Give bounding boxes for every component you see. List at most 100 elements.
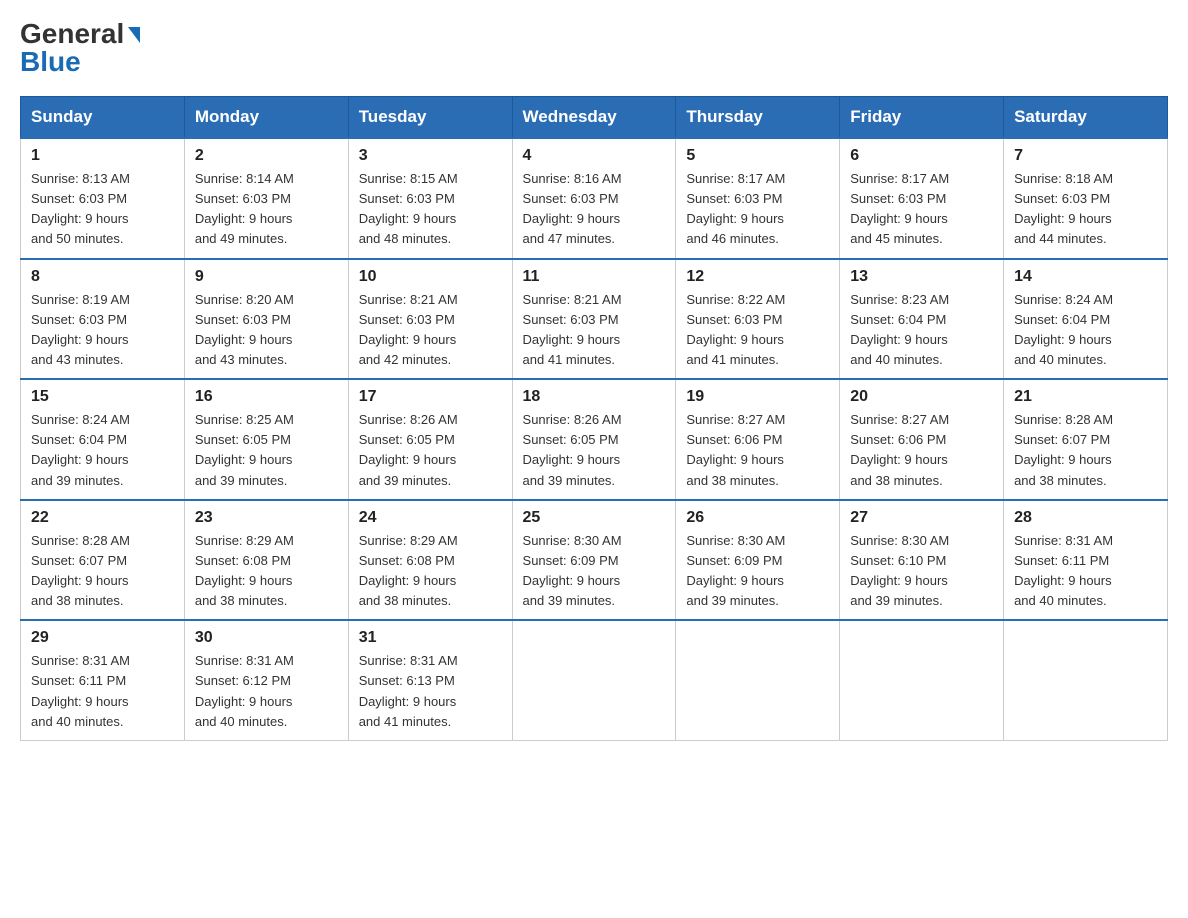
weekday-header-saturday: Saturday	[1004, 97, 1168, 139]
calendar-day-cell: 14 Sunrise: 8:24 AMSunset: 6:04 PMDaylig…	[1004, 259, 1168, 380]
calendar-day-cell: 7 Sunrise: 8:18 AMSunset: 6:03 PMDayligh…	[1004, 138, 1168, 259]
calendar-day-cell: 6 Sunrise: 8:17 AMSunset: 6:03 PMDayligh…	[840, 138, 1004, 259]
day-info: Sunrise: 8:21 AMSunset: 6:03 PMDaylight:…	[359, 292, 458, 367]
calendar-day-cell: 3 Sunrise: 8:15 AMSunset: 6:03 PMDayligh…	[348, 138, 512, 259]
day-info: Sunrise: 8:30 AMSunset: 6:10 PMDaylight:…	[850, 533, 949, 608]
calendar-week-row: 22 Sunrise: 8:28 AMSunset: 6:07 PMDaylig…	[21, 500, 1168, 621]
day-number: 10	[359, 268, 502, 286]
calendar-day-cell	[840, 620, 1004, 740]
day-info: Sunrise: 8:17 AMSunset: 6:03 PMDaylight:…	[686, 171, 785, 246]
calendar-day-cell: 22 Sunrise: 8:28 AMSunset: 6:07 PMDaylig…	[21, 500, 185, 621]
day-info: Sunrise: 8:31 AMSunset: 6:13 PMDaylight:…	[359, 653, 458, 728]
day-number: 8	[31, 268, 174, 286]
day-info: Sunrise: 8:30 AMSunset: 6:09 PMDaylight:…	[523, 533, 622, 608]
logo: General Blue	[20, 20, 140, 76]
day-info: Sunrise: 8:27 AMSunset: 6:06 PMDaylight:…	[686, 412, 785, 487]
day-number: 23	[195, 509, 338, 527]
day-number: 1	[31, 147, 174, 165]
calendar-day-cell: 5 Sunrise: 8:17 AMSunset: 6:03 PMDayligh…	[676, 138, 840, 259]
day-info: Sunrise: 8:26 AMSunset: 6:05 PMDaylight:…	[523, 412, 622, 487]
day-info: Sunrise: 8:28 AMSunset: 6:07 PMDaylight:…	[31, 533, 130, 608]
logo-arrow-icon	[128, 27, 140, 43]
day-info: Sunrise: 8:25 AMSunset: 6:05 PMDaylight:…	[195, 412, 294, 487]
calendar-week-row: 15 Sunrise: 8:24 AMSunset: 6:04 PMDaylig…	[21, 379, 1168, 500]
calendar-week-row: 8 Sunrise: 8:19 AMSunset: 6:03 PMDayligh…	[21, 259, 1168, 380]
day-number: 19	[686, 388, 829, 406]
weekday-header-tuesday: Tuesday	[348, 97, 512, 139]
day-info: Sunrise: 8:29 AMSunset: 6:08 PMDaylight:…	[195, 533, 294, 608]
day-number: 21	[1014, 388, 1157, 406]
day-info: Sunrise: 8:19 AMSunset: 6:03 PMDaylight:…	[31, 292, 130, 367]
page-header: General Blue	[20, 20, 1168, 76]
day-number: 31	[359, 629, 502, 647]
calendar-day-cell: 12 Sunrise: 8:22 AMSunset: 6:03 PMDaylig…	[676, 259, 840, 380]
weekday-header-sunday: Sunday	[21, 97, 185, 139]
day-info: Sunrise: 8:26 AMSunset: 6:05 PMDaylight:…	[359, 412, 458, 487]
day-info: Sunrise: 8:31 AMSunset: 6:11 PMDaylight:…	[1014, 533, 1113, 608]
logo-general-text: General	[20, 20, 124, 48]
day-number: 25	[523, 509, 666, 527]
day-info: Sunrise: 8:29 AMSunset: 6:08 PMDaylight:…	[359, 533, 458, 608]
day-number: 14	[1014, 268, 1157, 286]
day-info: Sunrise: 8:27 AMSunset: 6:06 PMDaylight:…	[850, 412, 949, 487]
weekday-header-friday: Friday	[840, 97, 1004, 139]
day-number: 28	[1014, 509, 1157, 527]
day-info: Sunrise: 8:21 AMSunset: 6:03 PMDaylight:…	[523, 292, 622, 367]
calendar-day-cell: 17 Sunrise: 8:26 AMSunset: 6:05 PMDaylig…	[348, 379, 512, 500]
day-number: 26	[686, 509, 829, 527]
day-number: 22	[31, 509, 174, 527]
calendar-day-cell: 26 Sunrise: 8:30 AMSunset: 6:09 PMDaylig…	[676, 500, 840, 621]
day-info: Sunrise: 8:14 AMSunset: 6:03 PMDaylight:…	[195, 171, 294, 246]
day-info: Sunrise: 8:13 AMSunset: 6:03 PMDaylight:…	[31, 171, 130, 246]
day-info: Sunrise: 8:28 AMSunset: 6:07 PMDaylight:…	[1014, 412, 1113, 487]
weekday-header-thursday: Thursday	[676, 97, 840, 139]
day-info: Sunrise: 8:24 AMSunset: 6:04 PMDaylight:…	[1014, 292, 1113, 367]
day-number: 5	[686, 147, 829, 165]
day-number: 9	[195, 268, 338, 286]
day-number: 12	[686, 268, 829, 286]
day-number: 11	[523, 268, 666, 286]
calendar-day-cell: 31 Sunrise: 8:31 AMSunset: 6:13 PMDaylig…	[348, 620, 512, 740]
calendar-day-cell: 2 Sunrise: 8:14 AMSunset: 6:03 PMDayligh…	[184, 138, 348, 259]
calendar-day-cell: 4 Sunrise: 8:16 AMSunset: 6:03 PMDayligh…	[512, 138, 676, 259]
calendar-day-cell: 13 Sunrise: 8:23 AMSunset: 6:04 PMDaylig…	[840, 259, 1004, 380]
calendar-day-cell: 1 Sunrise: 8:13 AMSunset: 6:03 PMDayligh…	[21, 138, 185, 259]
day-info: Sunrise: 8:30 AMSunset: 6:09 PMDaylight:…	[686, 533, 785, 608]
calendar-day-cell: 25 Sunrise: 8:30 AMSunset: 6:09 PMDaylig…	[512, 500, 676, 621]
weekday-header-wednesday: Wednesday	[512, 97, 676, 139]
calendar-day-cell: 16 Sunrise: 8:25 AMSunset: 6:05 PMDaylig…	[184, 379, 348, 500]
calendar-week-row: 29 Sunrise: 8:31 AMSunset: 6:11 PMDaylig…	[21, 620, 1168, 740]
calendar-day-cell	[512, 620, 676, 740]
calendar-day-cell: 8 Sunrise: 8:19 AMSunset: 6:03 PMDayligh…	[21, 259, 185, 380]
day-number: 15	[31, 388, 174, 406]
day-number: 3	[359, 147, 502, 165]
weekday-header-monday: Monday	[184, 97, 348, 139]
day-number: 6	[850, 147, 993, 165]
day-info: Sunrise: 8:23 AMSunset: 6:04 PMDaylight:…	[850, 292, 949, 367]
day-number: 30	[195, 629, 338, 647]
calendar-day-cell: 19 Sunrise: 8:27 AMSunset: 6:06 PMDaylig…	[676, 379, 840, 500]
calendar-day-cell: 11 Sunrise: 8:21 AMSunset: 6:03 PMDaylig…	[512, 259, 676, 380]
day-number: 18	[523, 388, 666, 406]
calendar-day-cell: 18 Sunrise: 8:26 AMSunset: 6:05 PMDaylig…	[512, 379, 676, 500]
calendar-day-cell: 29 Sunrise: 8:31 AMSunset: 6:11 PMDaylig…	[21, 620, 185, 740]
day-info: Sunrise: 8:16 AMSunset: 6:03 PMDaylight:…	[523, 171, 622, 246]
calendar-day-cell: 15 Sunrise: 8:24 AMSunset: 6:04 PMDaylig…	[21, 379, 185, 500]
calendar-day-cell	[676, 620, 840, 740]
day-number: 2	[195, 147, 338, 165]
day-number: 20	[850, 388, 993, 406]
calendar-table: SundayMondayTuesdayWednesdayThursdayFrid…	[20, 96, 1168, 741]
day-info: Sunrise: 8:24 AMSunset: 6:04 PMDaylight:…	[31, 412, 130, 487]
calendar-day-cell: 9 Sunrise: 8:20 AMSunset: 6:03 PMDayligh…	[184, 259, 348, 380]
day-number: 7	[1014, 147, 1157, 165]
logo-blue-text: Blue	[20, 48, 81, 76]
day-number: 27	[850, 509, 993, 527]
calendar-day-cell: 30 Sunrise: 8:31 AMSunset: 6:12 PMDaylig…	[184, 620, 348, 740]
calendar-day-cell: 21 Sunrise: 8:28 AMSunset: 6:07 PMDaylig…	[1004, 379, 1168, 500]
calendar-day-cell: 27 Sunrise: 8:30 AMSunset: 6:10 PMDaylig…	[840, 500, 1004, 621]
calendar-day-cell: 24 Sunrise: 8:29 AMSunset: 6:08 PMDaylig…	[348, 500, 512, 621]
day-info: Sunrise: 8:17 AMSunset: 6:03 PMDaylight:…	[850, 171, 949, 246]
day-info: Sunrise: 8:18 AMSunset: 6:03 PMDaylight:…	[1014, 171, 1113, 246]
calendar-day-cell: 28 Sunrise: 8:31 AMSunset: 6:11 PMDaylig…	[1004, 500, 1168, 621]
day-info: Sunrise: 8:20 AMSunset: 6:03 PMDaylight:…	[195, 292, 294, 367]
